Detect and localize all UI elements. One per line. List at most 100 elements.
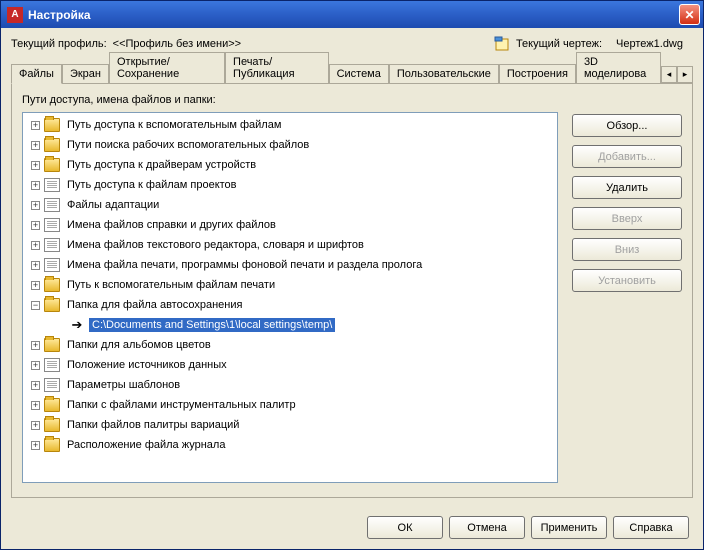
expand-icon[interactable]: + bbox=[31, 441, 40, 450]
expand-icon[interactable]: + bbox=[31, 121, 40, 130]
expand-icon[interactable]: + bbox=[31, 241, 40, 250]
profile-row: Текущий профиль: <<Профиль без имени>> Т… bbox=[11, 36, 693, 52]
folder-icon bbox=[44, 138, 60, 152]
tree-node[interactable]: + Имена файлов справки и других файлов bbox=[25, 215, 555, 235]
tree-node[interactable]: + Папки для альбомов цветов bbox=[25, 335, 555, 355]
document-icon bbox=[44, 238, 60, 252]
expand-icon[interactable]: + bbox=[31, 401, 40, 410]
tab-scroll-right[interactable]: ▸ bbox=[677, 66, 693, 83]
tree-node-label: Папка для файла автосохранения bbox=[64, 298, 245, 312]
profile-value: <<Профиль без имени>> bbox=[113, 38, 241, 50]
tab-print[interactable]: Печать/Публикация bbox=[225, 52, 329, 83]
expand-icon[interactable]: + bbox=[31, 221, 40, 230]
expand-icon[interactable]: + bbox=[31, 341, 40, 350]
tab-open-save[interactable]: Открытие/Сохранение bbox=[109, 52, 225, 83]
tree-node-label: Папки для альбомов цветов bbox=[64, 338, 214, 352]
drawing-value: Чертеж1.dwg bbox=[616, 38, 683, 50]
tree-node[interactable]: + Параметры шаблонов bbox=[25, 375, 555, 395]
collapse-icon[interactable]: − bbox=[31, 301, 40, 310]
tree-child-label: C:\Documents and Settings\1\local settin… bbox=[89, 318, 335, 332]
tab-files[interactable]: Файлы bbox=[11, 64, 62, 84]
titlebar: A Настройка ✕ bbox=[0, 0, 704, 28]
expand-icon[interactable]: + bbox=[31, 161, 40, 170]
folder-icon bbox=[44, 278, 60, 292]
tree-node-label: Путь доступа к файлам проектов bbox=[64, 178, 240, 192]
path-arrow-icon: ➔ bbox=[69, 317, 85, 333]
tab-system[interactable]: Система bbox=[329, 64, 389, 83]
tab-scroll-left[interactable]: ◂ bbox=[661, 66, 677, 83]
document-icon bbox=[44, 218, 60, 232]
tree-node[interactable]: + Положение источников данных bbox=[25, 355, 555, 375]
side-button-panel: Обзор... Добавить... Удалить Вверх Вниз … bbox=[572, 94, 682, 483]
tab-content: Пути доступа, имена файлов и папки: +Пут… bbox=[11, 84, 693, 498]
tree-node[interactable]: + Пути поиска рабочих вспомогательных фай… bbox=[25, 135, 555, 155]
tree-node-label: Параметры шаблонов bbox=[64, 378, 183, 392]
document-icon bbox=[44, 178, 60, 192]
set-current-button[interactable]: Установить bbox=[572, 269, 682, 292]
down-button[interactable]: Вниз bbox=[572, 238, 682, 261]
expand-icon[interactable]: + bbox=[31, 141, 40, 150]
document-icon bbox=[44, 378, 60, 392]
expand-icon[interactable]: + bbox=[31, 201, 40, 210]
tree-node[interactable]: +Путь доступа к драйверам устройств bbox=[25, 155, 555, 175]
tree-node[interactable]: + Имена файла печати, программы фоновой п… bbox=[25, 255, 555, 275]
tree-node[interactable]: + Расположение файла журнала bbox=[25, 435, 555, 455]
tree-node-label: Папки файлов палитры вариаций bbox=[64, 418, 242, 432]
drawing-icon bbox=[494, 36, 510, 52]
document-icon bbox=[44, 358, 60, 372]
folder-icon bbox=[44, 438, 60, 452]
tree-node[interactable]: + Путь доступа к файлам проектов bbox=[25, 175, 555, 195]
expand-icon[interactable]: + bbox=[31, 261, 40, 270]
ok-button[interactable]: ОК bbox=[367, 516, 443, 539]
expand-icon[interactable]: + bbox=[31, 381, 40, 390]
tree-node-label: Папки с файлами инструментальных палитр bbox=[64, 398, 299, 412]
delete-button[interactable]: Удалить bbox=[572, 176, 682, 199]
close-button[interactable]: ✕ bbox=[679, 4, 700, 25]
tree-node[interactable]: +Путь доступа к вспомогательным файлам bbox=[25, 115, 555, 135]
tab-user[interactable]: Пользовательские bbox=[389, 64, 499, 83]
profile-label: Текущий профиль: bbox=[11, 38, 107, 50]
tab-3d[interactable]: 3D моделирова bbox=[576, 52, 661, 83]
folder-icon bbox=[44, 298, 60, 312]
add-button[interactable]: Добавить... bbox=[572, 145, 682, 168]
dialog-body: Текущий профиль: <<Профиль без имени>> Т… bbox=[0, 28, 704, 550]
folder-icon bbox=[44, 418, 60, 432]
folder-icon bbox=[44, 158, 60, 172]
window-title: Настройка bbox=[28, 8, 679, 22]
tree-node-label: Путь к вспомогательным файлам печати bbox=[64, 278, 278, 292]
folder-icon bbox=[44, 118, 60, 132]
document-icon bbox=[44, 258, 60, 272]
tree-heading: Пути доступа, имена файлов и папки: bbox=[22, 94, 558, 106]
tree-node-label: Файлы адаптации bbox=[64, 198, 162, 212]
expand-icon[interactable]: + bbox=[31, 361, 40, 370]
tree-node[interactable]: + Папки файлов палитры вариаций bbox=[25, 415, 555, 435]
apply-button[interactable]: Применить bbox=[531, 516, 607, 539]
tree-node-label: Положение источников данных bbox=[64, 358, 230, 372]
tab-screen[interactable]: Экран bbox=[62, 64, 109, 83]
cancel-button[interactable]: Отмена bbox=[449, 516, 525, 539]
tree-node-label: Имена файла печати, программы фоновой пе… bbox=[64, 258, 425, 272]
tabstrip: Файлы Экран Открытие/Сохранение Печать/П… bbox=[11, 62, 693, 84]
tree-node[interactable]: + Путь к вспомогательным файлам печати bbox=[25, 275, 555, 295]
folder-icon bbox=[44, 338, 60, 352]
tree-node[interactable]: + Папки с файлами инструментальных палитр bbox=[25, 395, 555, 415]
expand-icon[interactable]: + bbox=[31, 421, 40, 430]
tree-node[interactable]: − Папка для файла автосохранения bbox=[25, 295, 555, 315]
browse-button[interactable]: Обзор... bbox=[572, 114, 682, 137]
drawing-label: Текущий чертеж: bbox=[516, 38, 602, 50]
tree-node-label: Расположение файла журнала bbox=[64, 438, 228, 452]
tree-node[interactable]: +Имена файлов текстового редактора, слов… bbox=[25, 235, 555, 255]
help-button[interactable]: Справка bbox=[613, 516, 689, 539]
tree-node-label: Имена файлов справки и других файлов bbox=[64, 218, 279, 232]
dialog-buttons: ОК Отмена Применить Справка bbox=[367, 516, 689, 539]
tree-child-node[interactable]: ➔ C:\Documents and Settings\1\local setti… bbox=[25, 315, 555, 335]
folder-icon bbox=[44, 398, 60, 412]
tree-node-label: Пути поиска рабочих вспомогательных файл… bbox=[64, 138, 312, 152]
app-icon: A bbox=[7, 7, 23, 23]
tree-view[interactable]: +Путь доступа к вспомогательным файлам+П… bbox=[22, 112, 558, 483]
tree-node[interactable]: + Файлы адаптации bbox=[25, 195, 555, 215]
expand-icon[interactable]: + bbox=[31, 281, 40, 290]
up-button[interactable]: Вверх bbox=[572, 207, 682, 230]
tab-drafting[interactable]: Построения bbox=[499, 64, 576, 83]
expand-icon[interactable]: + bbox=[31, 181, 40, 190]
